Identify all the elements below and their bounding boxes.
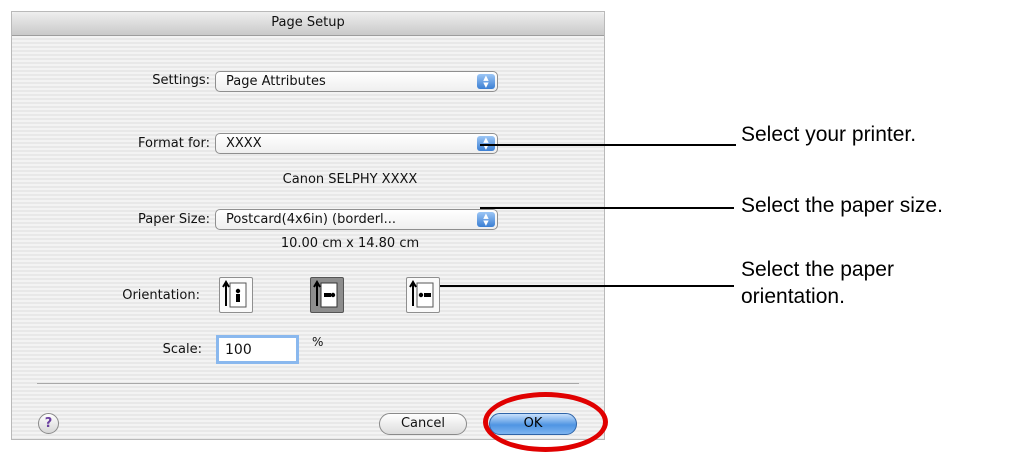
reverse-landscape-icon: [409, 280, 434, 308]
format-for-label: Format for:: [138, 136, 210, 151]
cancel-button[interactable]: Cancel: [379, 413, 467, 435]
paper-size-value: Postcard(4x6in) (borderl...: [226, 212, 397, 227]
orientation-portrait-button[interactable]: [219, 277, 253, 313]
scale-label: Scale:: [162, 342, 202, 357]
paper-size-callout-line: [480, 207, 734, 209]
settings-value: Page Attributes: [226, 74, 326, 89]
printer-callout: Select your printer.: [741, 123, 917, 146]
orientation-callout-line1: Select the paper: [741, 258, 894, 281]
divider: [37, 383, 579, 384]
landscape-icon: [313, 280, 338, 308]
scale-unit: %: [312, 335, 324, 349]
orientation-callout-line2: orientation.: [741, 285, 845, 308]
popup-arrows-icon: ▲ ▼: [477, 212, 495, 227]
orientation-reverse-landscape-button[interactable]: [406, 277, 440, 313]
scale-input[interactable]: 100: [216, 335, 299, 364]
help-button[interactable]: ?: [38, 413, 59, 434]
orientation-callout-line: [440, 285, 734, 287]
orientation-label: Orientation:: [122, 288, 200, 303]
dialog-title: Page Setup: [271, 15, 345, 30]
orientation-landscape-button[interactable]: [310, 277, 344, 313]
printer-name: Canon SELPHY XXXX: [282, 172, 418, 187]
format-for-value: XXXX: [226, 136, 262, 151]
popup-arrows-icon: ▲ ▼: [477, 74, 495, 89]
settings-popup[interactable]: Page Attributes ▲ ▼: [215, 71, 498, 92]
page-setup-dialog: Page Setup Settings: Page Attributes ▲ ▼ …: [11, 11, 608, 452]
paper-size-callout: Select the paper size.: [741, 194, 943, 217]
format-for-popup[interactable]: XXXX ▲ ▼: [215, 133, 498, 154]
paper-size-popup[interactable]: Postcard(4x6in) (borderl... ▲ ▼: [215, 209, 498, 230]
settings-label: Settings:: [152, 73, 210, 88]
title-bar[interactable]: Page Setup: [12, 12, 604, 36]
paper-size-label: Paper Size:: [137, 212, 210, 227]
portrait-icon: [222, 280, 247, 308]
paper-dimensions: 10.00 cm x 14.80 cm: [280, 236, 420, 251]
printer-callout-line: [480, 144, 736, 146]
ok-highlight-ring: [483, 392, 608, 452]
